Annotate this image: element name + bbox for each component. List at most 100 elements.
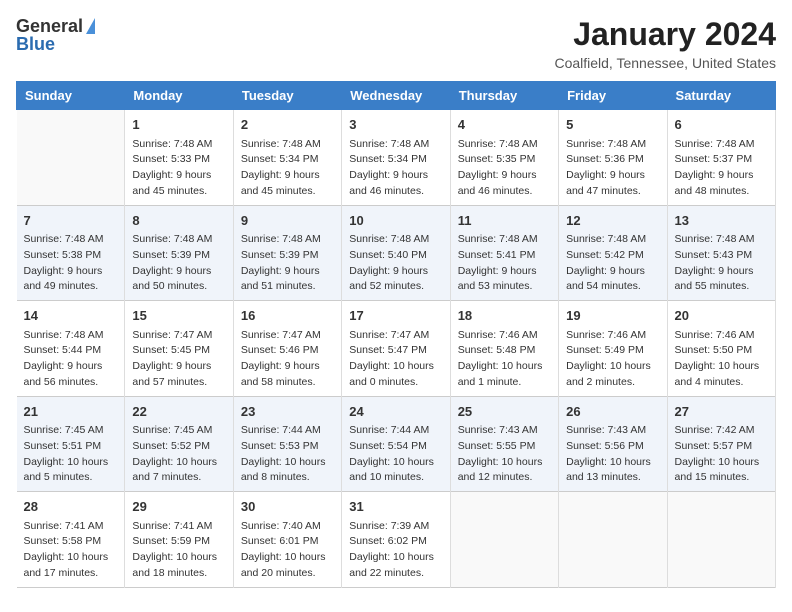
day-info: Sunrise: 7:45 AM Sunset: 5:52 PM Dayligh… (132, 423, 225, 486)
day-cell-19: 19Sunrise: 7:46 AM Sunset: 5:49 PM Dayli… (559, 301, 667, 397)
day-number: 18 (458, 306, 551, 326)
day-number: 13 (675, 211, 768, 231)
day-info: Sunrise: 7:48 AM Sunset: 5:33 PM Dayligh… (132, 137, 225, 200)
day-cell-6: 6Sunrise: 7:48 AM Sunset: 5:37 PM Daylig… (667, 110, 775, 206)
empty-cell (450, 492, 558, 588)
weekday-header-wednesday: Wednesday (342, 82, 450, 110)
day-info: Sunrise: 7:43 AM Sunset: 5:56 PM Dayligh… (566, 423, 659, 486)
day-cell-17: 17Sunrise: 7:47 AM Sunset: 5:47 PM Dayli… (342, 301, 450, 397)
weekday-header-sunday: Sunday (17, 82, 125, 110)
day-cell-30: 30Sunrise: 7:40 AM Sunset: 6:01 PM Dayli… (233, 492, 341, 588)
day-cell-9: 9Sunrise: 7:48 AM Sunset: 5:39 PM Daylig… (233, 205, 341, 301)
day-number: 28 (24, 497, 118, 517)
weekday-header-monday: Monday (125, 82, 233, 110)
day-number: 4 (458, 115, 551, 135)
day-cell-29: 29Sunrise: 7:41 AM Sunset: 5:59 PM Dayli… (125, 492, 233, 588)
day-number: 10 (349, 211, 442, 231)
week-row-3: 14Sunrise: 7:48 AM Sunset: 5:44 PM Dayli… (17, 301, 776, 397)
day-number: 7 (24, 211, 118, 231)
week-row-2: 7Sunrise: 7:48 AM Sunset: 5:38 PM Daylig… (17, 205, 776, 301)
day-number: 9 (241, 211, 334, 231)
day-cell-2: 2Sunrise: 7:48 AM Sunset: 5:34 PM Daylig… (233, 110, 341, 206)
day-info: Sunrise: 7:48 AM Sunset: 5:43 PM Dayligh… (675, 232, 768, 295)
weekday-header-tuesday: Tuesday (233, 82, 341, 110)
title-area: January 2024 Coalfield, Tennessee, Unite… (554, 16, 776, 71)
day-number: 17 (349, 306, 442, 326)
day-number: 2 (241, 115, 334, 135)
day-number: 21 (24, 402, 118, 422)
day-info: Sunrise: 7:48 AM Sunset: 5:41 PM Dayligh… (458, 232, 551, 295)
day-info: Sunrise: 7:48 AM Sunset: 5:38 PM Dayligh… (24, 232, 118, 295)
day-number: 27 (675, 402, 768, 422)
day-number: 23 (241, 402, 334, 422)
empty-cell (17, 110, 125, 206)
day-cell-10: 10Sunrise: 7:48 AM Sunset: 5:40 PM Dayli… (342, 205, 450, 301)
day-number: 19 (566, 306, 659, 326)
day-cell-1: 1Sunrise: 7:48 AM Sunset: 5:33 PM Daylig… (125, 110, 233, 206)
day-number: 15 (132, 306, 225, 326)
empty-cell (559, 492, 667, 588)
logo-blue-text: Blue (16, 34, 55, 56)
day-number: 5 (566, 115, 659, 135)
day-cell-24: 24Sunrise: 7:44 AM Sunset: 5:54 PM Dayli… (342, 396, 450, 492)
day-info: Sunrise: 7:48 AM Sunset: 5:35 PM Dayligh… (458, 137, 551, 200)
calendar-table: SundayMondayTuesdayWednesdayThursdayFrid… (16, 81, 776, 588)
day-number: 11 (458, 211, 551, 231)
day-number: 14 (24, 306, 118, 326)
logo-triangle-icon (86, 18, 95, 34)
day-cell-3: 3Sunrise: 7:48 AM Sunset: 5:34 PM Daylig… (342, 110, 450, 206)
day-cell-13: 13Sunrise: 7:48 AM Sunset: 5:43 PM Dayli… (667, 205, 775, 301)
day-info: Sunrise: 7:48 AM Sunset: 5:34 PM Dayligh… (349, 137, 442, 200)
day-info: Sunrise: 7:47 AM Sunset: 5:47 PM Dayligh… (349, 328, 442, 391)
day-info: Sunrise: 7:48 AM Sunset: 5:34 PM Dayligh… (241, 137, 334, 200)
week-row-4: 21Sunrise: 7:45 AM Sunset: 5:51 PM Dayli… (17, 396, 776, 492)
day-info: Sunrise: 7:39 AM Sunset: 6:02 PM Dayligh… (349, 519, 442, 582)
day-number: 20 (675, 306, 768, 326)
day-cell-26: 26Sunrise: 7:43 AM Sunset: 5:56 PM Dayli… (559, 396, 667, 492)
day-cell-31: 31Sunrise: 7:39 AM Sunset: 6:02 PM Dayli… (342, 492, 450, 588)
day-info: Sunrise: 7:46 AM Sunset: 5:48 PM Dayligh… (458, 328, 551, 391)
day-number: 31 (349, 497, 442, 517)
day-cell-27: 27Sunrise: 7:42 AM Sunset: 5:57 PM Dayli… (667, 396, 775, 492)
day-number: 24 (349, 402, 442, 422)
day-info: Sunrise: 7:46 AM Sunset: 5:50 PM Dayligh… (675, 328, 768, 391)
weekday-header-thursday: Thursday (450, 82, 558, 110)
day-cell-18: 18Sunrise: 7:46 AM Sunset: 5:48 PM Dayli… (450, 301, 558, 397)
weekday-header-friday: Friday (559, 82, 667, 110)
day-cell-25: 25Sunrise: 7:43 AM Sunset: 5:55 PM Dayli… (450, 396, 558, 492)
week-row-5: 28Sunrise: 7:41 AM Sunset: 5:58 PM Dayli… (17, 492, 776, 588)
day-number: 6 (675, 115, 768, 135)
day-number: 25 (458, 402, 551, 422)
day-number: 1 (132, 115, 225, 135)
day-cell-15: 15Sunrise: 7:47 AM Sunset: 5:45 PM Dayli… (125, 301, 233, 397)
day-cell-28: 28Sunrise: 7:41 AM Sunset: 5:58 PM Dayli… (17, 492, 125, 588)
page-header: General Blue January 2024 Coalfield, Ten… (16, 16, 776, 71)
day-info: Sunrise: 7:47 AM Sunset: 5:45 PM Dayligh… (132, 328, 225, 391)
page-title: January 2024 (554, 16, 776, 53)
day-info: Sunrise: 7:41 AM Sunset: 5:58 PM Dayligh… (24, 519, 118, 582)
day-number: 16 (241, 306, 334, 326)
day-number: 3 (349, 115, 442, 135)
day-cell-4: 4Sunrise: 7:48 AM Sunset: 5:35 PM Daylig… (450, 110, 558, 206)
day-cell-23: 23Sunrise: 7:44 AM Sunset: 5:53 PM Dayli… (233, 396, 341, 492)
weekday-header-saturday: Saturday (667, 82, 775, 110)
day-info: Sunrise: 7:45 AM Sunset: 5:51 PM Dayligh… (24, 423, 118, 486)
week-row-1: 1Sunrise: 7:48 AM Sunset: 5:33 PM Daylig… (17, 110, 776, 206)
day-info: Sunrise: 7:46 AM Sunset: 5:49 PM Dayligh… (566, 328, 659, 391)
day-cell-8: 8Sunrise: 7:48 AM Sunset: 5:39 PM Daylig… (125, 205, 233, 301)
logo: General Blue (16, 16, 95, 55)
day-info: Sunrise: 7:43 AM Sunset: 5:55 PM Dayligh… (458, 423, 551, 486)
day-cell-20: 20Sunrise: 7:46 AM Sunset: 5:50 PM Dayli… (667, 301, 775, 397)
day-cell-5: 5Sunrise: 7:48 AM Sunset: 5:36 PM Daylig… (559, 110, 667, 206)
day-info: Sunrise: 7:42 AM Sunset: 5:57 PM Dayligh… (675, 423, 768, 486)
empty-cell (667, 492, 775, 588)
day-number: 26 (566, 402, 659, 422)
day-cell-11: 11Sunrise: 7:48 AM Sunset: 5:41 PM Dayli… (450, 205, 558, 301)
day-info: Sunrise: 7:48 AM Sunset: 5:42 PM Dayligh… (566, 232, 659, 295)
day-info: Sunrise: 7:44 AM Sunset: 5:54 PM Dayligh… (349, 423, 442, 486)
day-number: 30 (241, 497, 334, 517)
day-info: Sunrise: 7:47 AM Sunset: 5:46 PM Dayligh… (241, 328, 334, 391)
day-number: 12 (566, 211, 659, 231)
day-info: Sunrise: 7:48 AM Sunset: 5:40 PM Dayligh… (349, 232, 442, 295)
day-info: Sunrise: 7:48 AM Sunset: 5:37 PM Dayligh… (675, 137, 768, 200)
